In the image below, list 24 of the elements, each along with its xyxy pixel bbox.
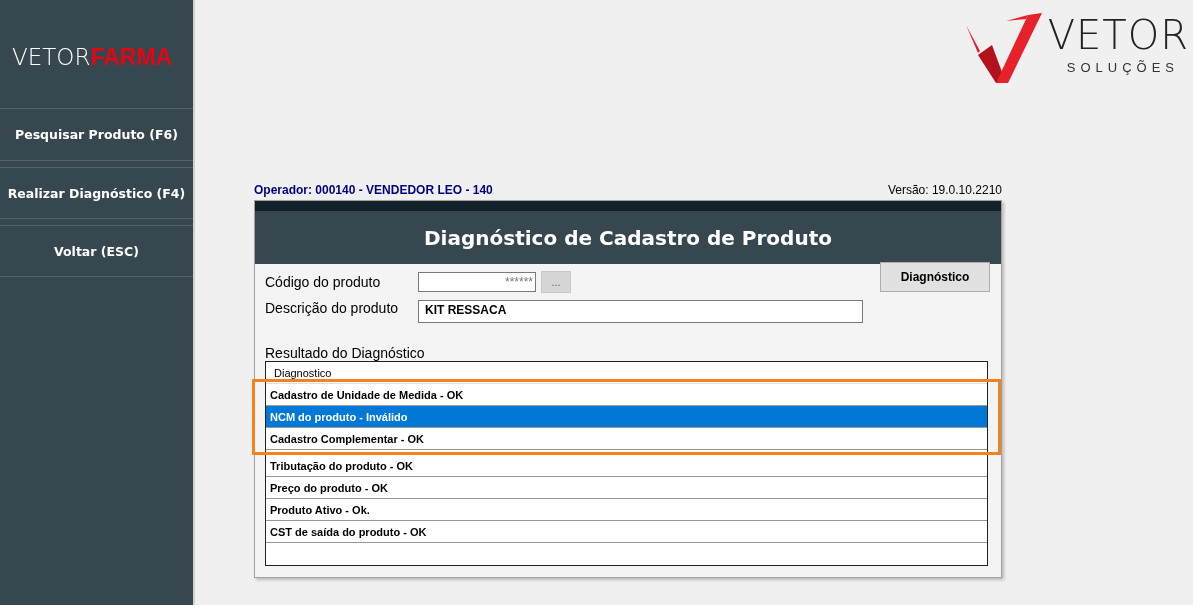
result-row[interactable]: NCM do produto - Inválido	[266, 406, 987, 428]
version-label: Versão: 19.0.10.2210	[887, 183, 1002, 197]
sidebar-item[interactable]: Realizar Diagnóstico (F4)	[0, 167, 193, 219]
brand-tagline: SOLUÇÕES	[1066, 60, 1179, 75]
logo-text: VETOR	[12, 44, 91, 70]
sidebar-item[interactable]: Voltar (ESC)	[0, 225, 193, 277]
dialog-title: Diagnóstico de Cadastro de Produto	[255, 211, 1001, 264]
checkmark-logo-icon	[965, 13, 1042, 83]
description-label: Descrição do produto	[265, 300, 400, 316]
result-row[interactable]: Produto Ativo - Ok.	[266, 499, 987, 521]
operator-label: Operador: 000140 - VENDEDOR LEO - 140	[254, 183, 493, 197]
brand-name: VETOR	[1047, 11, 1189, 60]
diagnose-button[interactable]: Diagnóstico	[880, 261, 990, 292]
column-header[interactable]: Diagnostico	[266, 366, 332, 379]
result-row[interactable]: Preço do produto - OK	[266, 477, 987, 499]
code-label: Código do produto	[265, 274, 382, 290]
description-field[interactable]: KIT RESSACA	[418, 300, 863, 323]
result-row[interactable]: CST de saída do produto - OK	[266, 521, 987, 543]
result-label: Resultado do Diagnóstico	[265, 345, 426, 361]
result-row[interactable]: Tributação do produto - OK	[266, 455, 987, 477]
result-row[interactable]: Cadastro Complementar - OK	[266, 428, 987, 450]
code-field[interactable]: ******	[418, 272, 536, 292]
lookup-button[interactable]: ...	[541, 271, 571, 293]
logo-accent-text: FARMA	[90, 44, 173, 70]
